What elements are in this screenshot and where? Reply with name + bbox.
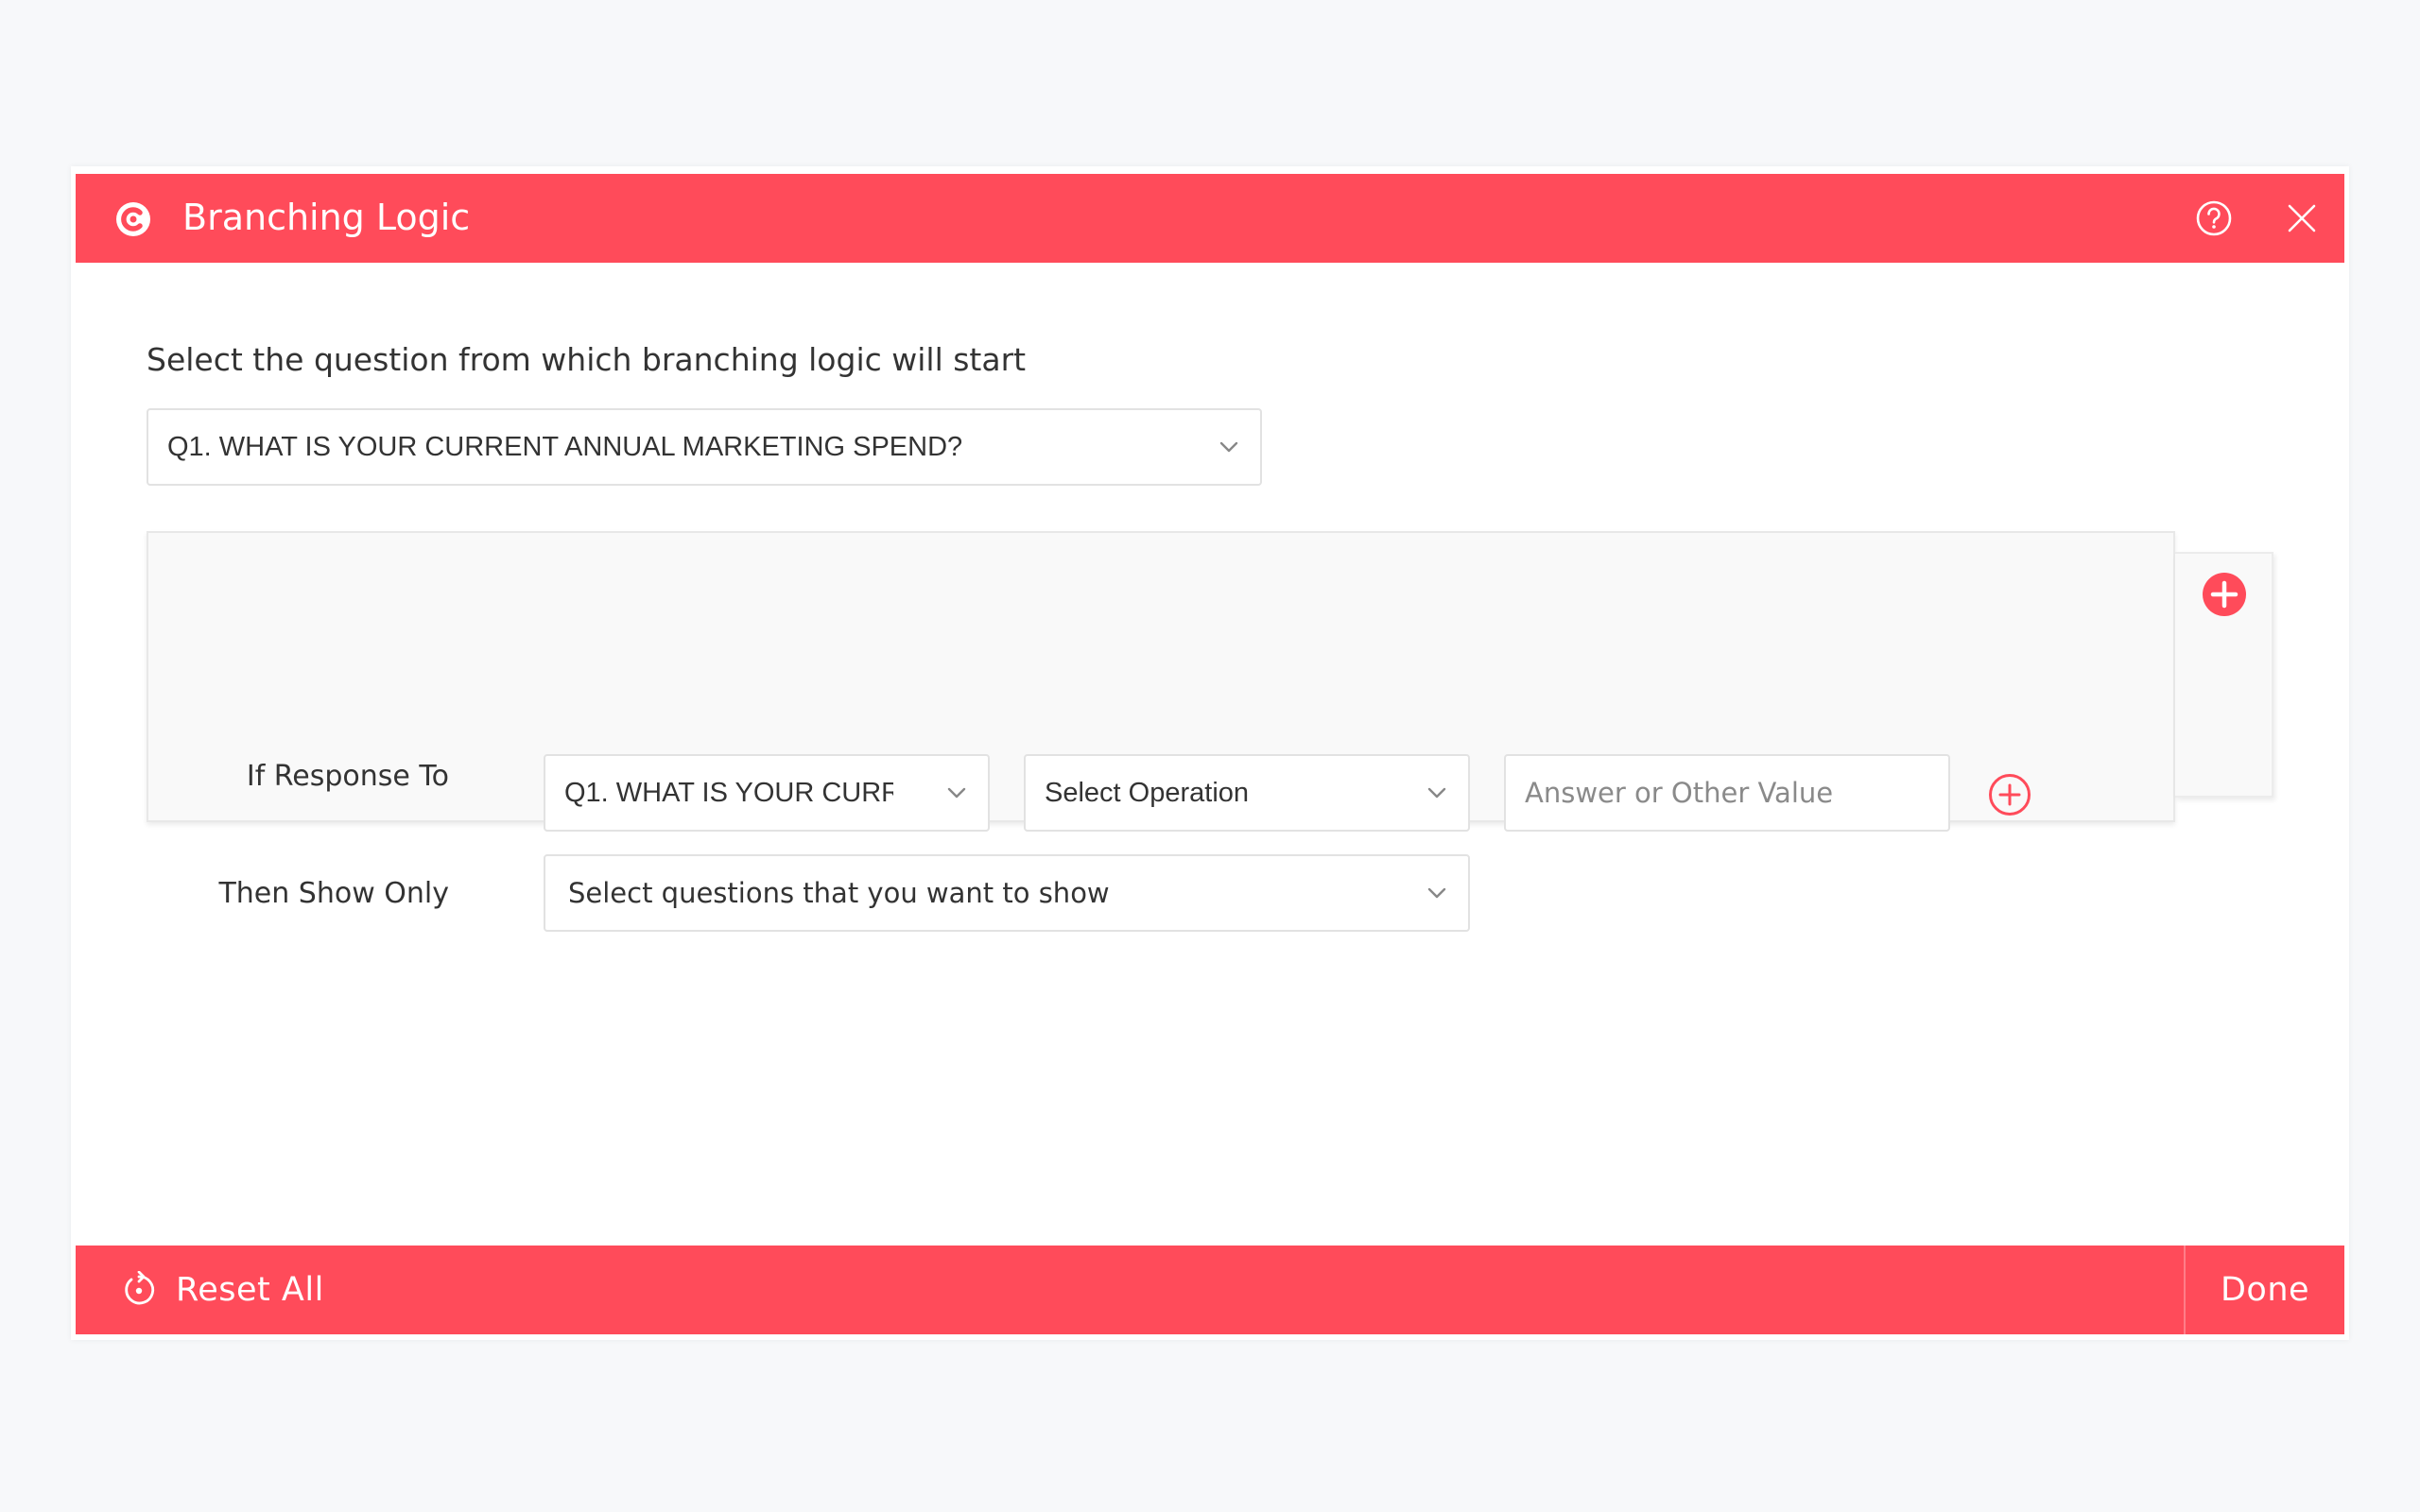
- done-button[interactable]: Done: [2186, 1246, 2344, 1334]
- reset-all-label: Reset All: [176, 1271, 324, 1309]
- help-icon[interactable]: [2195, 199, 2233, 237]
- branching-logic-dialog: Branching Logic Select the question from…: [71, 166, 2349, 1340]
- start-question-label: Select the question from which branching…: [147, 341, 1027, 378]
- show-questions-select[interactable]: Select questions that you want to show: [544, 854, 1470, 932]
- chevron-down-icon: [947, 787, 966, 799]
- dialog-footer: Reset All Done: [76, 1246, 2344, 1334]
- start-question-select[interactable]: Q1. WHAT IS YOUR CURRENT ANNUAL MARKETIN…: [147, 408, 1262, 486]
- add-condition-icon[interactable]: [1988, 773, 2031, 816]
- answer-value-input[interactable]: [1504, 754, 1950, 832]
- close-icon[interactable]: [2287, 203, 2317, 233]
- start-question-value: Q1. WHAT IS YOUR CURRENT ANNUAL MARKETIN…: [167, 431, 963, 462]
- add-rule-icon[interactable]: [2202, 572, 2247, 617]
- if-response-label: If Response To: [246, 760, 449, 793]
- response-question-select[interactable]: Q1. WHAT IS YOUR CURRENT ANNUAL MARKETIN…: [544, 754, 990, 832]
- then-show-label: Then Show Only: [218, 877, 449, 910]
- chevron-down-icon: [1427, 887, 1446, 899]
- reset-all-button[interactable]: Reset All: [76, 1246, 454, 1334]
- operation-value: Select Operation: [1045, 777, 1250, 808]
- show-questions-value: Select questions that you want to show: [568, 877, 1110, 909]
- chevron-down-icon: [1427, 787, 1446, 799]
- reset-icon: [125, 1271, 155, 1305]
- dialog-title: Branching Logic: [182, 197, 471, 238]
- operation-select[interactable]: Select Operation: [1024, 754, 1470, 832]
- chevron-down-icon: [1219, 441, 1238, 453]
- response-question-value: Q1. WHAT IS YOUR CURRENT ANNUAL MARKETIN…: [564, 777, 893, 808]
- dialog-header: Branching Logic: [76, 174, 2344, 263]
- brand-logo-icon: [116, 202, 150, 236]
